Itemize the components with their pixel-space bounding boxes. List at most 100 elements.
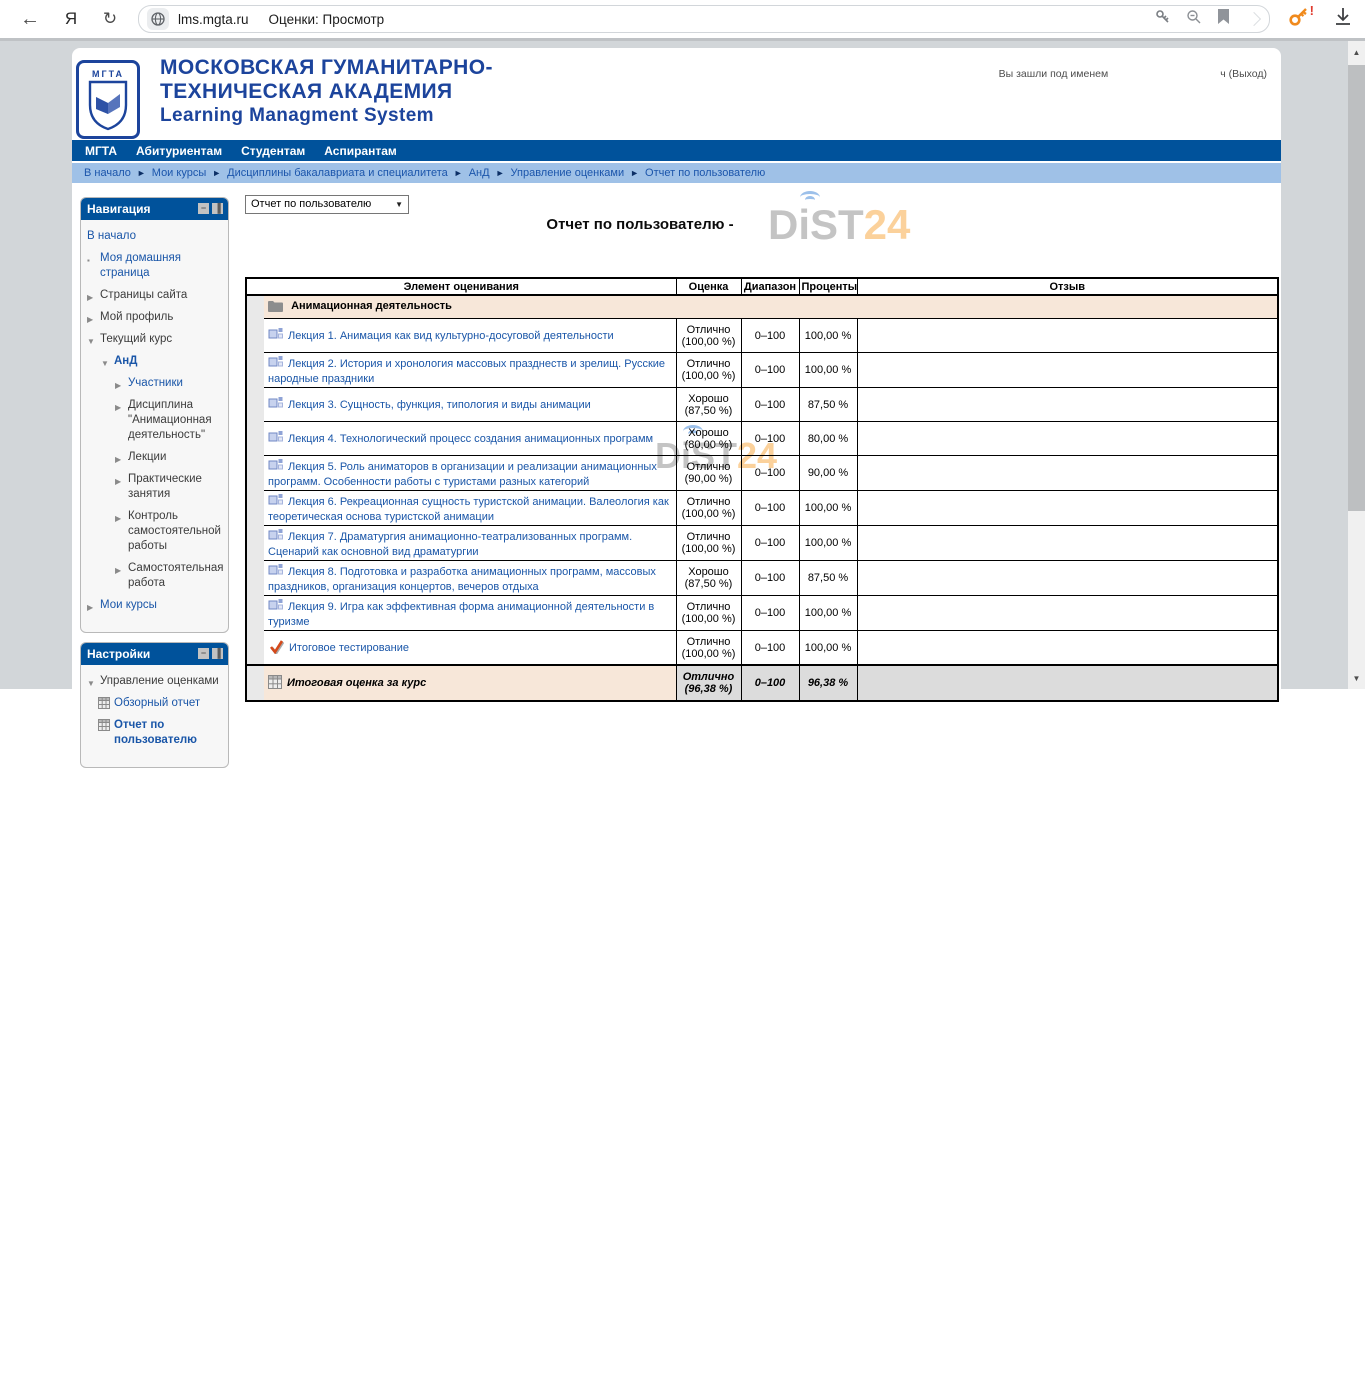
breadcrumb-my-courses[interactable]: Мои курсы: [152, 167, 206, 179]
folder-icon: [268, 300, 283, 315]
sidebar-item-grader-report[interactable]: Обзорный отчет: [114, 697, 200, 709]
feedback-cell: [857, 561, 1278, 596]
grade-item-link[interactable]: Лекция 5. Роль аниматоров в организации …: [268, 461, 657, 488]
chevron-divider-icon: [1247, 12, 1261, 26]
grade-item-link[interactable]: Лекция 6. Рекреационная сущность туристс…: [268, 496, 669, 523]
breadcrumb-grade-admin[interactable]: Управление оценками: [511, 167, 625, 179]
vertical-scrollbar[interactable]: ▲ ▼: [1348, 41, 1365, 689]
top-navbar: МГТА Абитуриентам Студентам Аспирантам: [72, 140, 1281, 161]
breadcrumb-separator-icon: ►: [630, 168, 639, 178]
chevron-right-icon[interactable]: ▶: [115, 474, 121, 489]
bookmark-icon[interactable]: [1217, 9, 1230, 29]
sidebar-item-practice[interactable]: Практические занятия: [128, 473, 202, 500]
chevron-down-icon[interactable]: ▼: [87, 334, 95, 349]
zoom-out-icon[interactable]: [1186, 9, 1202, 30]
nav-item-abiturientam[interactable]: Абитуриентам: [136, 144, 222, 158]
site-header: МГТА МОСКОВСКАЯ ГУМАНИТАРНО- ТЕХНИЧЕСКАЯ…: [72, 48, 1281, 140]
collapse-block-icon[interactable]: −: [198, 203, 209, 214]
sidebar-item-my-courses[interactable]: Мои курсы: [100, 599, 157, 611]
sidebar-item-and-course[interactable]: АнД: [114, 355, 137, 367]
navigation-block-title: Навигация: [87, 202, 151, 216]
select-arrow-icon: ▼: [395, 196, 403, 213]
sidebar-item-lectures[interactable]: Лекции: [128, 451, 166, 463]
wifi-arcs-icon: [798, 192, 822, 204]
nav-item-mgta[interactable]: МГТА: [85, 144, 117, 158]
yandex-browser-icon[interactable]: Я: [56, 0, 86, 38]
chevron-right-icon[interactable]: ▶: [115, 511, 121, 526]
grade-item-link[interactable]: Лекция 9. Игра как эффективная форма ани…: [268, 601, 654, 628]
main-content: Отчет по пользователю ▼ Отчет по пользов…: [240, 183, 1281, 743]
sidebar: Навигация − ▐ В начало ▪ Моя домашняя стр…: [80, 197, 229, 777]
grade-item-link[interactable]: Лекция 2. История и хронология массовых …: [268, 358, 665, 385]
breadcrumb-separator-icon: ►: [496, 168, 505, 178]
nav-item-aspirantam[interactable]: Аспирантам: [324, 144, 397, 158]
logout-link[interactable]: ч (Выход): [1220, 68, 1267, 80]
mgta-logo[interactable]: МГТА: [76, 60, 140, 139]
url-domain[interactable]: lms.mgta.ru: [178, 12, 249, 27]
chevron-right-icon[interactable]: ▶: [115, 378, 121, 393]
download-icon[interactable]: [1334, 7, 1352, 31]
report-type-select[interactable]: Отчет по пользователю ▼: [245, 195, 409, 214]
lesson-icon: [268, 563, 283, 581]
scroll-up-icon[interactable]: ▲: [1348, 43, 1365, 61]
sidebar-item-discipline[interactable]: Дисциплина "Анимационная деятельность": [128, 399, 212, 441]
bullet-icon: ▪: [87, 253, 90, 268]
sidebar-item-participants[interactable]: Участники: [128, 377, 183, 389]
chevron-down-icon[interactable]: ▼: [101, 356, 109, 371]
breadcrumb-user-report[interactable]: Отчет по пользователю: [645, 167, 765, 179]
toolbar-extensions: !: [1289, 0, 1352, 38]
sidebar-item-current-course[interactable]: Текущий курс: [100, 333, 172, 345]
refresh-icon[interactable]: ↻: [94, 0, 126, 38]
breadcrumb-separator-icon: ►: [137, 168, 146, 178]
grade-report-icon: [98, 697, 110, 714]
address-bar[interactable]: lms.mgta.ru Оценки: Просмотр: [138, 5, 1270, 33]
collapse-block-icon[interactable]: −: [198, 648, 209, 659]
lesson-icon: [268, 458, 283, 476]
sidebar-item-my-profile[interactable]: Мой профиль: [100, 311, 173, 323]
password-alert-extension-icon[interactable]: !: [1289, 6, 1310, 32]
breadcrumb-separator-icon: ►: [212, 168, 221, 178]
lesson-icon: [268, 327, 283, 345]
grades-table: Элемент оценивания Оценка Диапазон Проце…: [245, 277, 1279, 702]
sidebar-item-self-work[interactable]: Самостоятельная работа: [128, 562, 223, 589]
grade-item-link[interactable]: Лекция 3. Сущность, функция, типология и…: [288, 399, 591, 411]
navigation-block: Навигация − ▐ В начало ▪ Моя домашняя стр…: [80, 197, 229, 633]
scrollbar-thumb[interactable]: [1348, 65, 1365, 511]
chevron-right-icon[interactable]: ▶: [115, 400, 121, 415]
grade-item-link[interactable]: Лекция 7. Драматургия анимационно-театра…: [268, 531, 632, 558]
lesson-icon: [268, 528, 283, 546]
password-key-icon[interactable]: [1155, 9, 1171, 30]
sidebar-item-site-pages[interactable]: Страницы сайта: [100, 289, 187, 301]
sidebar-item-user-report[interactable]: Отчет по пользователю: [114, 719, 197, 746]
col-header-item: Элемент оценивания: [246, 278, 676, 295]
chevron-right-icon[interactable]: ▶: [115, 563, 121, 578]
chevron-right-icon[interactable]: ▶: [87, 600, 93, 615]
grade-item-link[interactable]: Итоговое тестирование: [289, 642, 409, 654]
site-title-line3: Learning Managment System: [160, 104, 493, 128]
sidebar-item-grade-admin[interactable]: Управление оценками: [100, 675, 219, 687]
login-prefix: Вы зашли под именем: [999, 68, 1109, 80]
chevron-right-icon[interactable]: ▶: [115, 452, 121, 467]
nav-item-studentam[interactable]: Студентам: [241, 144, 305, 158]
feedback-cell: [857, 665, 1278, 701]
sidebar-item-home[interactable]: В начало: [87, 230, 136, 242]
sidebar-item-control[interactable]: Контроль самостоятельной работы: [128, 510, 221, 552]
browser-toolbar: ← Я ↻ lms.mgta.ru Оценки: Просмотр !: [0, 0, 1365, 41]
grade-report-icon: [98, 719, 110, 736]
chevron-right-icon[interactable]: ▶: [87, 312, 93, 327]
site-title: МОСКОВСКАЯ ГУМАНИТАРНО- ТЕХНИЧЕСКАЯ АКАД…: [160, 56, 493, 128]
breadcrumb-home[interactable]: В начало: [84, 167, 131, 179]
table-row: Лекция 3. Сущность, функция, типология и…: [246, 388, 1278, 422]
dock-block-icon[interactable]: ▐: [212, 648, 223, 659]
grade-item-link[interactable]: Лекция 8. Подготовка и разработка анимац…: [268, 566, 656, 593]
chevron-right-icon[interactable]: ▶: [87, 290, 93, 305]
grade-item-link[interactable]: Лекция 4. Технологический процесс создан…: [288, 433, 653, 445]
breadcrumb-disciplines[interactable]: Дисциплины бакалавриата и специалитета: [227, 167, 448, 179]
back-icon[interactable]: ←: [14, 0, 46, 38]
lesson-icon: [268, 355, 283, 373]
scroll-down-icon[interactable]: ▼: [1348, 669, 1365, 687]
grade-item-link[interactable]: Лекция 1. Анимация как вид культурно-дос…: [288, 330, 614, 342]
breadcrumb-course[interactable]: АнД: [469, 167, 490, 179]
dock-block-icon[interactable]: ▐: [212, 203, 223, 214]
sidebar-item-my-home[interactable]: Моя домашняя страница: [100, 252, 181, 279]
